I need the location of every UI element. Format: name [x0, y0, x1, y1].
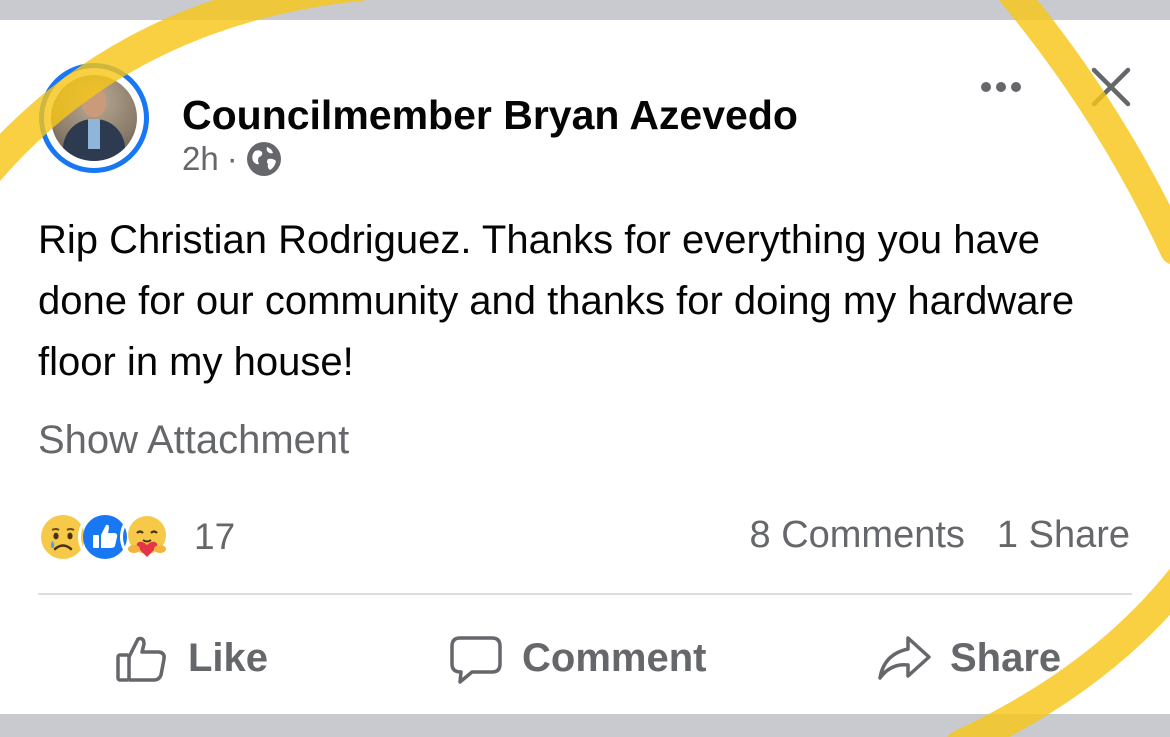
- avatar[interactable]: [39, 63, 149, 173]
- like-button[interactable]: Like: [114, 618, 268, 698]
- globe-icon: [246, 142, 281, 176]
- action-bar: Like Comment Share: [0, 618, 1170, 698]
- share-arrow-icon: [878, 636, 931, 680]
- divider: [38, 593, 1132, 595]
- comments-count[interactable]: 8 Comments: [750, 514, 965, 557]
- dot-icon: [1011, 82, 1021, 92]
- post-card: Councilmember Bryan Azevedo 2h · Rip Chr…: [0, 20, 1170, 714]
- thumbs-up-icon: [116, 636, 166, 682]
- engagement-counts: 8 Comments 1 Share: [750, 514, 1131, 557]
- reactions-summary[interactable]: 17: [36, 510, 235, 564]
- care-emoji-icon: [120, 510, 174, 564]
- like-label: Like: [188, 635, 269, 680]
- dot-icon: [996, 82, 1006, 92]
- post-text: Rip Christian Rodriguez. Thanks for ever…: [38, 218, 1075, 384]
- comment-bubble-icon: [450, 636, 502, 684]
- author-name[interactable]: Councilmember Bryan Azevedo: [182, 92, 798, 139]
- post-header: Councilmember Bryan Azevedo 2h ·: [0, 20, 1170, 190]
- comment-label: Comment: [522, 635, 707, 680]
- post-time[interactable]: 2h: [182, 140, 219, 178]
- reaction-count: 17: [194, 516, 236, 557]
- comment-button[interactable]: Comment: [448, 618, 706, 698]
- close-icon[interactable]: [1088, 64, 1134, 110]
- shares-count[interactable]: 1 Share: [997, 514, 1130, 557]
- dot-icon: [981, 82, 991, 92]
- post-meta: 2h ·: [182, 140, 282, 178]
- meta-separator: ·: [226, 140, 238, 177]
- share-button[interactable]: Share: [876, 618, 1061, 698]
- more-options-button[interactable]: [975, 70, 1027, 104]
- share-label: Share: [950, 635, 1062, 680]
- profile-photo: [51, 75, 137, 161]
- show-attachment-link[interactable]: Show Attachment: [38, 418, 349, 463]
